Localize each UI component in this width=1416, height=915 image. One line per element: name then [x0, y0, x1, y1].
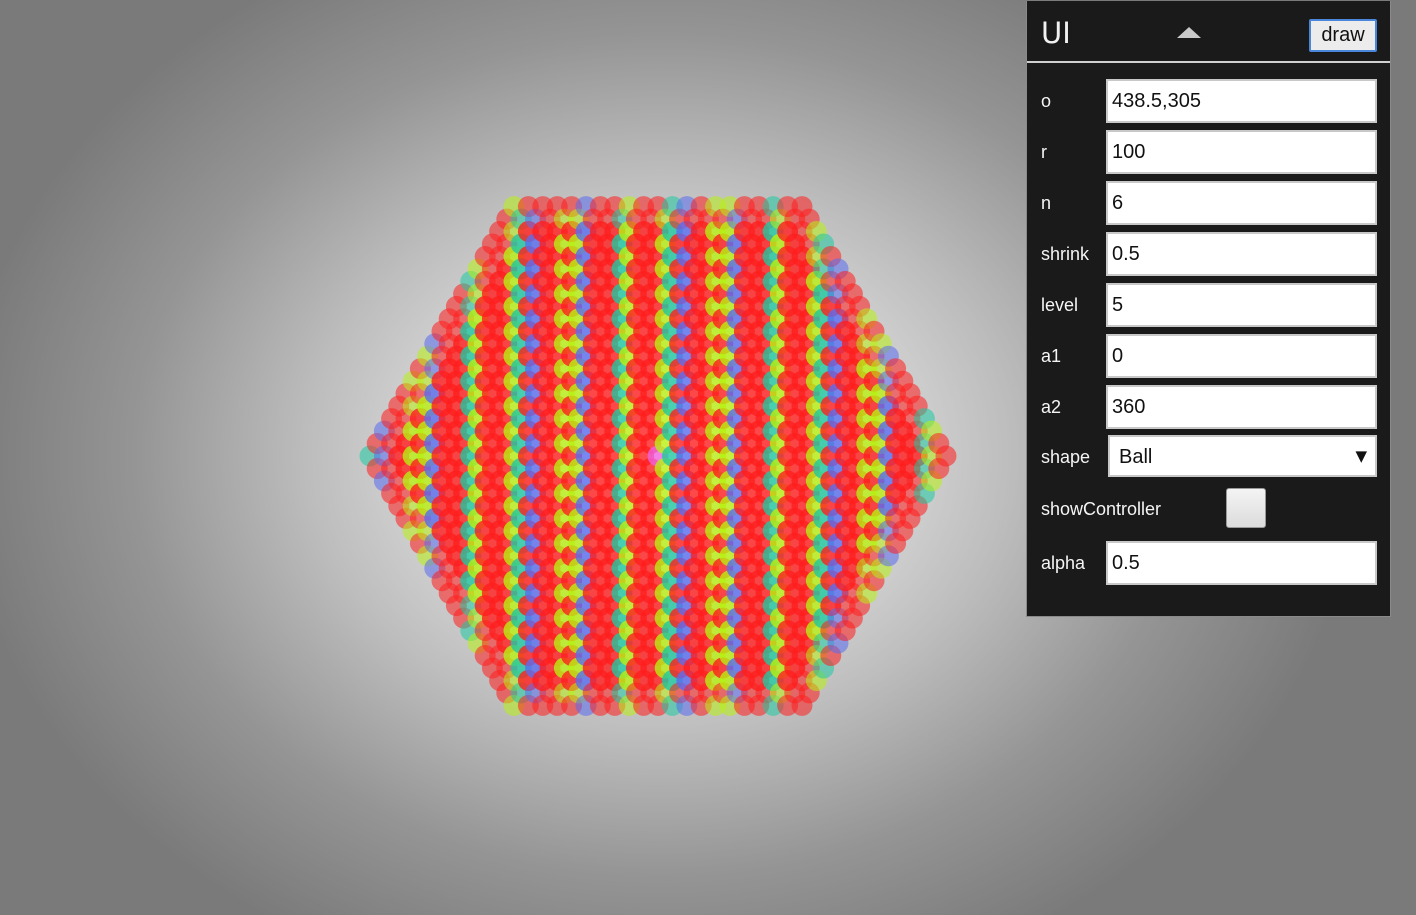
level-input[interactable]	[1106, 283, 1377, 327]
field-label-a2: a2	[1041, 397, 1062, 417]
field-label-r: r	[1041, 142, 1047, 162]
a2-input[interactable]	[1106, 385, 1377, 429]
field-label-alpha: alpha	[1041, 553, 1086, 573]
field-label-a1: a1	[1041, 346, 1062, 366]
controller-panel: UI draw o r n shrink level a1 a2 shape B…	[1026, 1, 1391, 617]
show-controller-checkbox[interactable]	[1226, 488, 1266, 528]
field-shape: shape Ball ▼	[1027, 435, 1390, 479]
shape-select[interactable]: Ball ▼	[1108, 435, 1377, 477]
field-label-shape: shape	[1041, 447, 1091, 467]
shrink-input[interactable]	[1106, 232, 1377, 276]
field-label-showController: showController	[1041, 499, 1162, 519]
panel-title: UI	[1041, 16, 1071, 50]
field-o: o	[1027, 79, 1390, 123]
alpha-input[interactable]	[1106, 541, 1377, 585]
r-input[interactable]	[1106, 130, 1377, 174]
field-a2: a2	[1027, 385, 1390, 429]
field-alpha: alpha	[1027, 541, 1390, 585]
o-input[interactable]	[1106, 79, 1377, 123]
field-label-o: o	[1041, 91, 1052, 111]
field-label-level: level	[1041, 295, 1079, 315]
field-shrink: shrink	[1027, 232, 1390, 276]
dropdown-arrow-icon: ▼	[1355, 447, 1367, 465]
field-label-shrink: shrink	[1041, 244, 1090, 264]
field-a1: a1	[1027, 334, 1390, 378]
field-n: n	[1027, 181, 1390, 225]
triangle-up-icon[interactable]	[1177, 27, 1201, 38]
draw-button[interactable]: draw	[1309, 19, 1377, 52]
ball	[935, 445, 957, 467]
shape-select-value: Ball	[1119, 446, 1153, 468]
panel-header: UI draw	[1027, 1, 1390, 63]
field-level: level	[1027, 283, 1390, 327]
field-r: r	[1027, 130, 1390, 174]
field-label-n: n	[1041, 193, 1052, 213]
field-showController: showController	[1027, 488, 1390, 533]
n-input[interactable]	[1106, 181, 1377, 225]
a1-input[interactable]	[1106, 334, 1377, 378]
